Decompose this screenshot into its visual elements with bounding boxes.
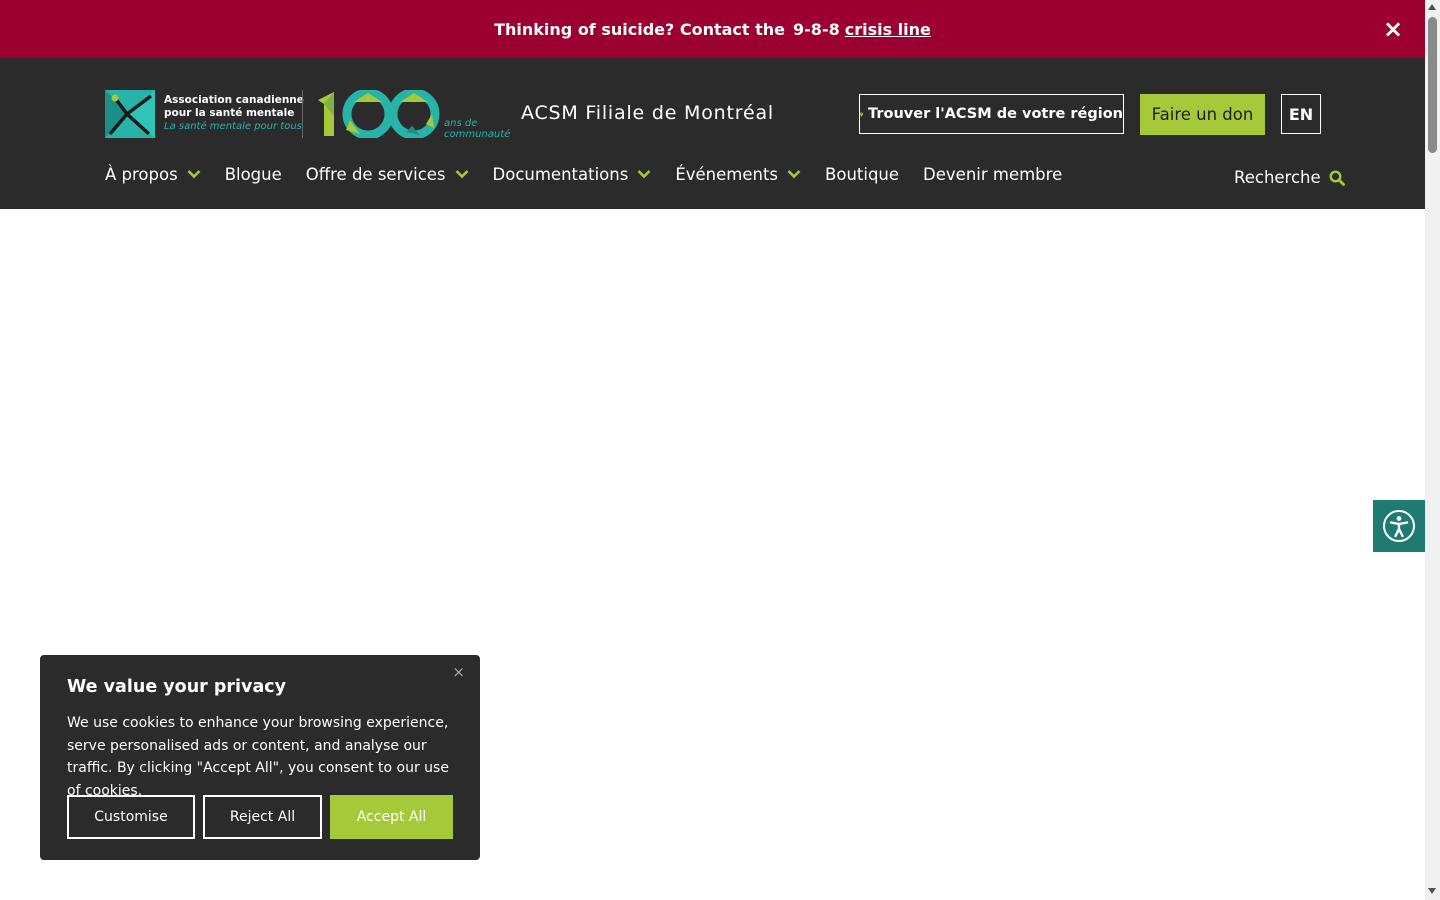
- 100-years-logo-icon: [318, 90, 440, 138]
- scrollbar-thumb[interactable]: [1428, 17, 1437, 153]
- logo-divider: [302, 90, 303, 138]
- crisis-line-link[interactable]: crisis line: [845, 20, 931, 39]
- crisis-number: 9-8-8: [793, 19, 840, 39]
- scroll-down-arrow-icon[interactable]: [1428, 888, 1436, 894]
- nav-item-devenir-membre[interactable]: Devenir membre: [923, 165, 1062, 184]
- anniversary-text: ans de communauté: [444, 118, 511, 140]
- nav-item-documentations[interactable]: Documentations: [493, 165, 652, 184]
- search-label: Recherche: [1234, 168, 1321, 187]
- cmha-emblem-icon: [105, 90, 155, 138]
- main-nav: À propos Blogue Offre de services Docume…: [105, 162, 1086, 186]
- language-toggle[interactable]: EN: [1281, 94, 1321, 134]
- chevron-down-icon: [787, 170, 801, 179]
- crisis-banner: Thinking of suicide? Contact the 9-8-8 c…: [0, 0, 1425, 58]
- page-scrollbar[interactable]: [1425, 0, 1440, 900]
- crisis-text: Thinking of suicide? Contact the: [494, 19, 786, 39]
- nav-item-a-propos[interactable]: À propos: [105, 165, 201, 184]
- find-region-button[interactable]: Trouver l'ACSM de votre région: [859, 94, 1124, 134]
- nav-item-blogue[interactable]: Blogue: [225, 165, 282, 184]
- accessibility-button[interactable]: [1373, 500, 1425, 552]
- donate-button[interactable]: Faire un don: [1140, 94, 1265, 135]
- reject-all-button[interactable]: Reject All: [203, 795, 322, 839]
- nav-item-evenements[interactable]: Événements: [675, 165, 801, 184]
- chevron-down-icon: [187, 170, 201, 179]
- org-name: Association canadienne pour la santé men…: [164, 94, 304, 119]
- search-icon: [1329, 169, 1345, 186]
- chevron-down-icon: [455, 170, 468, 179]
- org-tagline: La santé mentale pour tous: [164, 121, 302, 132]
- nav-item-boutique[interactable]: Boutique: [825, 165, 899, 184]
- cookie-title: We value your privacy: [67, 677, 287, 697]
- accessibility-icon: [1383, 510, 1415, 542]
- close-icon[interactable]: ×: [452, 663, 465, 681]
- find-region-label: Trouver l'ACSM de votre région: [868, 106, 1123, 122]
- page: Thinking of suicide? Contact the 9-8-8 c…: [0, 0, 1440, 900]
- site-header: Association canadienne pour la santé men…: [0, 58, 1425, 209]
- search-toggle[interactable]: Recherche: [1234, 168, 1345, 187]
- close-icon[interactable]: ×: [1381, 17, 1405, 41]
- scroll-up-arrow-icon[interactable]: [1428, 4, 1436, 10]
- branch-title[interactable]: ACSM Filiale de Montréal: [521, 102, 774, 124]
- site-logo[interactable]: Association canadienne pour la santé men…: [105, 90, 510, 140]
- customise-button[interactable]: Customise: [67, 795, 195, 839]
- chevron-down-icon: [637, 170, 651, 179]
- map-pin-icon: [860, 111, 864, 117]
- cookie-consent-dialog: × We value your privacy We use cookies t…: [40, 655, 480, 860]
- nav-item-offre-de-services[interactable]: Offre de services: [306, 165, 469, 184]
- accept-all-button[interactable]: Accept All: [330, 795, 453, 839]
- cookie-message: We use cookies to enhance your browsing …: [67, 715, 449, 799]
